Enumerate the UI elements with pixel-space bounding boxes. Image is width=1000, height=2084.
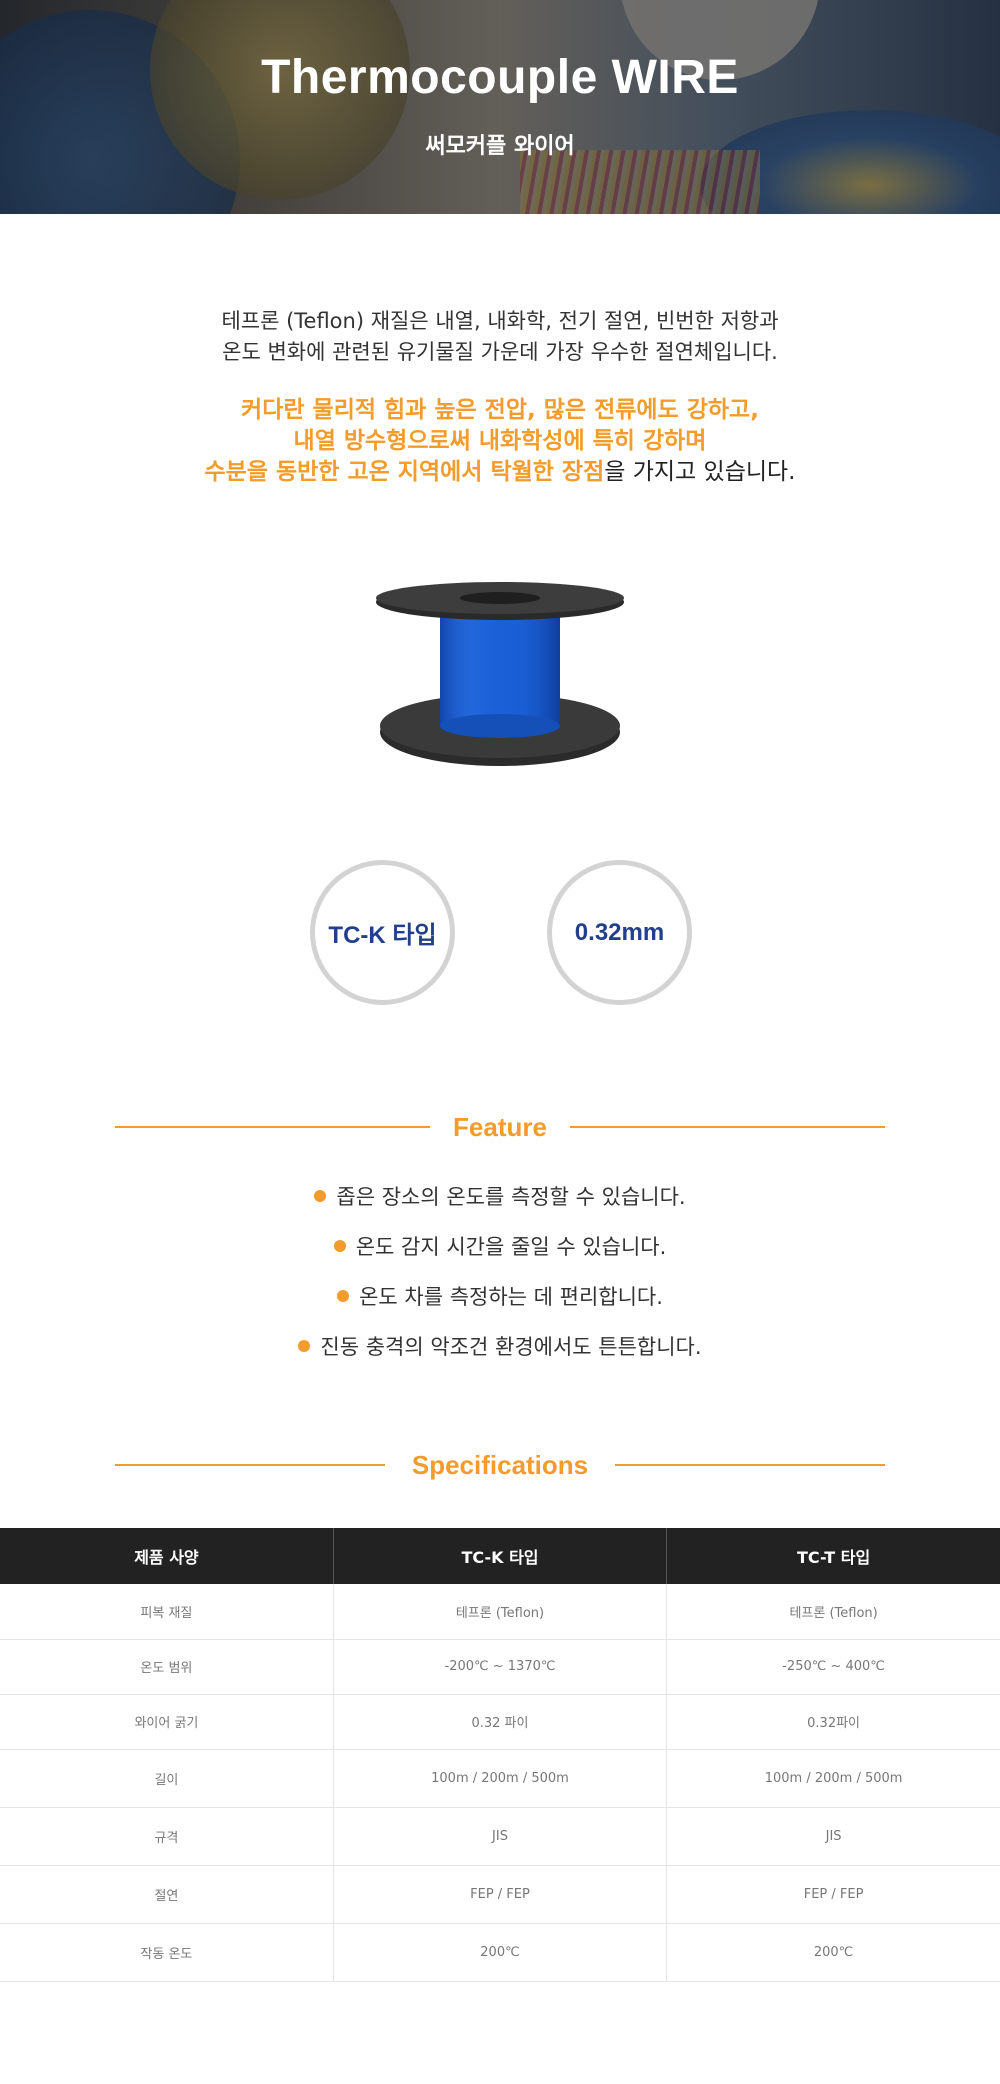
- bullet-icon: [314, 1190, 327, 1202]
- table-cell: 200℃: [333, 1923, 668, 1982]
- list-item: 좁은 장소의 온도를 측정할 수 있습니다.: [0, 1172, 1000, 1222]
- heading-divider: [570, 1126, 885, 1128]
- bullet-icon: [337, 1290, 350, 1302]
- size-badge: 0.32mm: [547, 860, 692, 1005]
- table-cell: 작동 온도: [0, 1923, 334, 1982]
- specifications-table: 제품 사양 TC-K 타입 TC-T 타입 피복 재질 테프론 (Teflon)…: [0, 1528, 1000, 1982]
- table-row: 길이 100m / 200m / 500m 100m / 200m / 500m: [0, 1749, 1000, 1808]
- feature-text: 좁은 장소의 온도를 측정할 수 있습니다.: [336, 1185, 686, 1209]
- table-cell: 0.32파이: [666, 1694, 1000, 1750]
- table-cell: -250℃ ~ 400℃: [666, 1639, 1000, 1695]
- highlight-emphasis: 수분을 동반한 고온 지역에서 탁월한 장점: [204, 459, 605, 485]
- table-header-row: 제품 사양 TC-K 타입 TC-T 타입: [0, 1528, 1000, 1584]
- type-badge: TC-K 타입: [310, 860, 455, 1005]
- bullet-icon: [333, 1240, 346, 1252]
- feature-text: 진동 충격의 악조건 환경에서도 튼튼합니다.: [320, 1335, 702, 1359]
- table-cell: 0.32 파이: [333, 1694, 668, 1750]
- highlight-text: 커다란 물리적 힘과 높은 전압, 많은 전류에도 강하고, 내열 방수형으로써…: [0, 395, 1000, 488]
- highlight-line: 내열 방수형으로써 내화학성에 특히 강하며: [293, 428, 707, 454]
- table-cell: JIS: [666, 1807, 1000, 1866]
- feature-text: 온도 차를 측정하는 데 편리합니다.: [359, 1285, 663, 1309]
- table-row: 와이어 굵기 0.32 파이 0.32파이: [0, 1694, 1000, 1750]
- table-header-cell: TC-K 타입: [333, 1528, 668, 1584]
- heading-divider: [615, 1464, 885, 1466]
- feature-text: 온도 감지 시간을 줄일 수 있습니다.: [355, 1235, 667, 1259]
- table-cell: 온도 범위: [0, 1639, 334, 1695]
- table-cell: 와이어 굵기: [0, 1694, 334, 1750]
- table-cell: -200℃ ~ 1370℃: [333, 1639, 668, 1695]
- table-row: 피복 재질 테프론 (Teflon) 테프론 (Teflon): [0, 1584, 1000, 1640]
- type-badge-label: TC-K 타입: [328, 922, 437, 949]
- intro-text: 테프론 (Teflon) 재질은 내열, 내화학, 전기 절연, 빈번한 저항과…: [0, 306, 1000, 368]
- page-title: Thermocouple WIRE: [261, 51, 739, 104]
- table-cell: 테프론 (Teflon): [333, 1584, 668, 1640]
- table-cell: 절연: [0, 1865, 334, 1924]
- wire-spool-product-image: [376, 582, 624, 766]
- table-cell: 테프론 (Teflon): [666, 1584, 1000, 1640]
- table-cell: 100m / 200m / 500m: [333, 1749, 668, 1808]
- size-badge-label: 0.32mm: [574, 918, 665, 946]
- table-row: 작동 온도 200℃ 200℃: [0, 1923, 1000, 1982]
- feature-heading: Feature: [115, 1107, 885, 1147]
- table-cell: FEP / FEP: [333, 1865, 668, 1924]
- table-cell: FEP / FEP: [666, 1865, 1000, 1924]
- table-cell: 200℃: [666, 1923, 1000, 1982]
- hero-overlay: [0, 0, 1000, 214]
- highlight-line: 커다란 물리적 힘과 높은 전압, 많은 전류에도 강하고,: [241, 397, 759, 423]
- table-cell: 규격: [0, 1807, 334, 1866]
- table-cell: 100m / 200m / 500m: [666, 1749, 1000, 1808]
- highlight-rest: 을 가지고 있습니다.: [604, 459, 796, 485]
- intro-line: 온도 변화에 관련된 유기물질 가운데 가장 우수한 절연체입니다.: [222, 340, 778, 364]
- table-cell: 길이: [0, 1749, 334, 1808]
- table-header-cell: TC-T 타입: [666, 1528, 1000, 1584]
- table-cell: JIS: [333, 1807, 668, 1866]
- list-item: 온도 감지 시간을 줄일 수 있습니다.: [0, 1222, 1000, 1272]
- table-row: 절연 FEP / FEP FEP / FEP: [0, 1865, 1000, 1924]
- page-subtitle: 써모커플 와이어: [425, 134, 575, 159]
- hero-banner: Thermocouple WIRE 써모커플 와이어: [0, 0, 1000, 214]
- bullet-icon: [298, 1340, 311, 1352]
- list-item: 온도 차를 측정하는 데 편리합니다.: [0, 1272, 1000, 1322]
- highlight-line: 수분을 동반한 고온 지역에서 탁월한 장점을 가지고 있습니다.: [0, 457, 1000, 488]
- table-header-cell: 제품 사양: [0, 1528, 334, 1584]
- table-row: 온도 범위 -200℃ ~ 1370℃ -250℃ ~ 400℃: [0, 1639, 1000, 1695]
- feature-list: 좁은 장소의 온도를 측정할 수 있습니다. 온도 감지 시간을 줄일 수 있습…: [0, 1172, 1000, 1372]
- intro-line: 테프론 (Teflon) 재질은 내열, 내화학, 전기 절연, 빈번한 저항과: [221, 309, 779, 333]
- list-item: 진동 충격의 악조건 환경에서도 튼튼합니다.: [0, 1322, 1000, 1372]
- specifications-heading: Specifications: [115, 1445, 885, 1485]
- table-cell: 피복 재질: [0, 1584, 334, 1640]
- table-row: 규격 JIS JIS: [0, 1807, 1000, 1866]
